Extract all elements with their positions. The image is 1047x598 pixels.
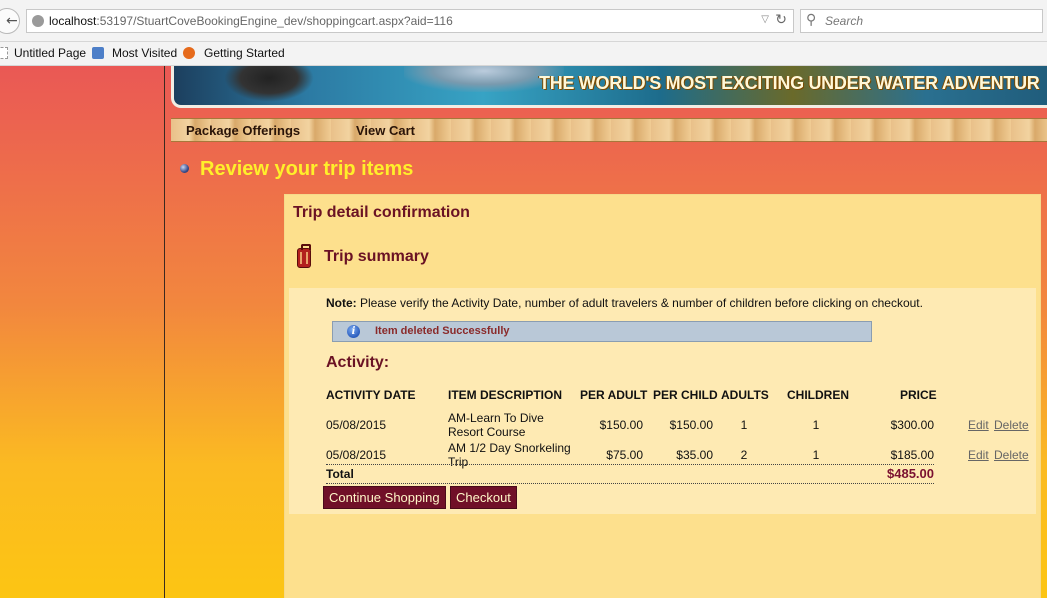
search-input[interactable]: ⚲ Search (800, 9, 1043, 33)
row1-adults: 1 (740, 418, 748, 432)
url-host: localhost (49, 14, 97, 28)
address-bar[interactable]: localhost:53197/StuartCoveBookingEngine_… (26, 9, 794, 33)
back-arrow-icon: ← (6, 13, 18, 29)
bookmark-most-visited[interactable]: Most Visited (112, 46, 177, 60)
total-label: Total (326, 467, 354, 481)
summary-title: Trip summary (324, 248, 429, 265)
bookmark-getting-started[interactable]: Getting Started (204, 46, 285, 60)
row1-date: 05/08/2015 (326, 418, 387, 432)
search-placeholder: Search (825, 14, 864, 28)
row1-per-child: $150.00 (669, 418, 713, 432)
most-visited-icon (92, 47, 104, 59)
panel-title: Trip detail confirmation (293, 204, 470, 221)
row1-price: $300.00 (890, 418, 934, 432)
diver-image (224, 66, 314, 102)
bookmarks-toolbar: Untitled Page Most Visited Getting Start… (0, 42, 1047, 66)
row2-per-child: $35.00 (676, 448, 713, 462)
note-body: Please verify the Activity Date, number … (360, 296, 923, 310)
bullet-icon (180, 164, 189, 173)
row2-per-adult: $75.00 (606, 448, 643, 462)
page-icon (0, 47, 8, 59)
header-children: CHILDREN (787, 388, 849, 402)
site-info-icon[interactable] (32, 15, 44, 27)
total-top-line (326, 464, 934, 465)
header-per-adult: PER ADULT (580, 388, 648, 402)
header-per-child: PER CHILD (653, 388, 718, 402)
header-item-description: ITEM DESCRIPTION (448, 388, 563, 402)
suitcase-icon (297, 244, 311, 268)
total-bottom-line (326, 483, 934, 484)
checkout-button[interactable]: Checkout (450, 486, 517, 509)
status-message: Item deleted Successfully (375, 325, 510, 337)
note-label: Note: (326, 296, 357, 310)
status-message-bar: i Item deleted Successfully (332, 321, 872, 342)
bookmark-untitled-page[interactable]: Untitled Page (14, 46, 86, 60)
left-divider (164, 66, 165, 598)
total-value: $485.00 (887, 466, 934, 481)
note-text: Note: Please verify the Activity Date, n… (326, 296, 923, 310)
row2-edit-link[interactable]: Edit (968, 448, 989, 462)
info-icon: i (347, 325, 360, 338)
row1-edit-link[interactable]: Edit (968, 418, 989, 432)
browser-toolbar: ← localhost:53197/StuartCoveBookingEngin… (0, 0, 1047, 42)
nav-view-cart[interactable]: View Cart (356, 123, 415, 138)
trip-panel: Trip detail confirmation Trip summary No… (284, 194, 1041, 598)
row2-delete-link[interactable]: Delete (994, 448, 1029, 462)
row1-children: 1 (812, 418, 820, 432)
url-path: :53197/StuartCoveBookingEngine_dev/shopp… (96, 14, 453, 28)
nav-package-offerings[interactable]: Package Offerings (186, 123, 300, 138)
back-button[interactable]: ← (0, 8, 20, 34)
header-activity-date: ACTIVITY DATE (326, 388, 416, 402)
row2-price: $185.00 (890, 448, 934, 462)
url-text[interactable]: localhost:53197/StuartCoveBookingEngine_… (49, 14, 453, 28)
header-adults: ADULTS (721, 388, 769, 402)
row1-description: AM-Learn To Dive Resort Course (448, 411, 544, 439)
nav-bar: Package Offerings View Cart (171, 118, 1047, 142)
page-body: THE WORLD'S MOST EXCITING UNDER WATER AD… (0, 66, 1047, 598)
page-title: Review your trip items (200, 158, 414, 180)
activity-heading: Activity: (326, 354, 390, 371)
row1-per-adult: $150.00 (599, 418, 643, 432)
row2-date: 05/08/2015 (326, 448, 387, 462)
banner-slogan: THE WORLD'S MOST EXCITING UNDER WATER AD… (539, 73, 1040, 93)
row2-adults: 2 (740, 448, 748, 462)
row1-delete-link[interactable]: Delete (994, 418, 1029, 432)
header-banner: THE WORLD'S MOST EXCITING UNDER WATER AD… (171, 66, 1047, 108)
search-icon: ⚲ (806, 12, 817, 28)
continue-shopping-button[interactable]: Continue Shopping (323, 486, 446, 509)
firefox-icon (183, 47, 195, 59)
row2-children: 1 (812, 448, 820, 462)
header-price: PRICE (900, 388, 937, 402)
reload-icon[interactable]: ↻ (775, 12, 787, 28)
trip-summary-box: Note: Please verify the Activity Date, n… (289, 288, 1036, 514)
url-dropdown-icon[interactable]: ▽ (761, 14, 769, 25)
